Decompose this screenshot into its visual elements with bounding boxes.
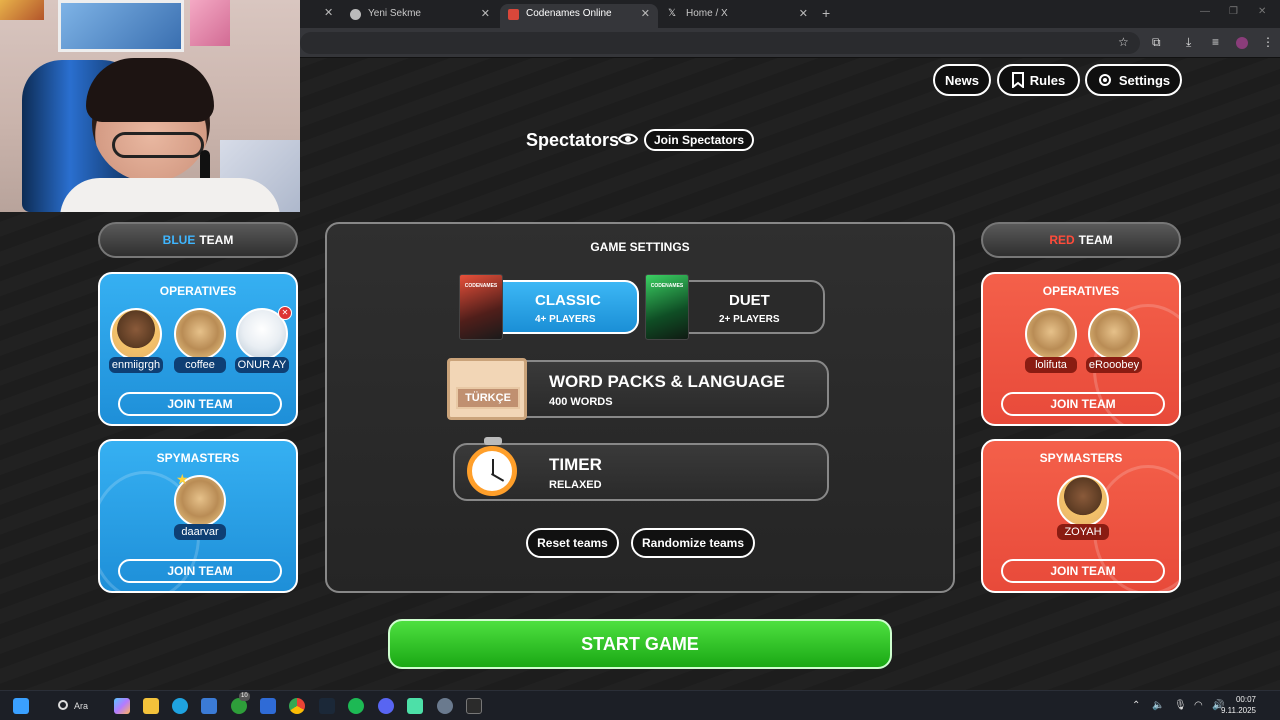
player-card: ✕ ONUR AY (232, 306, 292, 378)
news-button[interactable]: News (933, 64, 991, 96)
close-icon[interactable]: ✕ (324, 6, 333, 19)
spectators-title: Spectators (526, 130, 620, 150)
close-icon[interactable]: ✕ (481, 4, 490, 24)
language-pack-card: TÜRKÇE (447, 358, 527, 420)
taskbar: Ara 10 ⌃ 🔈 🎙 ◠ 🔊 00:07 9.11.2025 (0, 690, 1280, 720)
player-card: eRooobey (1084, 308, 1144, 378)
store-icon[interactable] (201, 698, 217, 714)
bookmark-star-icon[interactable]: ☆ (1118, 35, 1129, 49)
randomize-teams-button[interactable]: Randomize teams (631, 528, 755, 558)
panel-title: SPYMASTERS (156, 451, 240, 465)
panel-title: SPYMASTERS (1039, 451, 1123, 465)
minimize-icon[interactable]: — (1200, 6, 1210, 17)
file-explorer-icon[interactable] (143, 698, 159, 714)
discord-icon[interactable] (378, 698, 394, 714)
red-spymasters-panel: SPYMASTERS ZOYAH JOIN TEAM (981, 439, 1181, 593)
bookmark-icon (1011, 72, 1024, 88)
red-team-header: RED TEAM (981, 222, 1181, 258)
settings-button[interactable]: Settings (1085, 64, 1182, 96)
avatar (1057, 475, 1109, 527)
tab-new-tab[interactable]: Yeni Sekme ✕ (342, 4, 498, 28)
chrome-icon[interactable] (289, 698, 305, 714)
reading-list-icon[interactable]: ≡ (1212, 35, 1219, 49)
maximize-icon[interactable]: ❐ (1229, 6, 1238, 17)
chevron-up-icon[interactable]: ⌃ (1132, 700, 1140, 711)
x-logo-icon: 𝕏 (668, 8, 677, 19)
more-menu-icon[interactable]: ⋮ (1262, 35, 1274, 49)
wall-poster (0, 0, 44, 20)
player-card: enmiigrgh (106, 308, 166, 378)
blue-team-header: BLUE TEAM (98, 222, 298, 258)
edge-icon[interactable] (172, 698, 188, 714)
streamer-shirt (60, 178, 280, 212)
blue-operatives-panel: OPERATIVES enmiigrgh coffee ✕ ONUR AY JO… (98, 272, 298, 426)
avatar (1088, 308, 1140, 360)
gear-icon (1098, 74, 1111, 86)
tab-x-home[interactable]: 𝕏 Home / X ✕ (660, 4, 816, 28)
streamer-hair (86, 58, 214, 122)
mail-icon[interactable] (260, 698, 276, 714)
extensions-icon[interactable]: ⧉ (1152, 35, 1161, 50)
avatar (174, 308, 226, 360)
classic-box-image: CODENAMES (459, 274, 503, 340)
blue-spymasters-join-button[interactable]: JOIN TEAM (118, 559, 282, 583)
player-card: ★ daarvar (170, 471, 230, 545)
blue-operatives-join-button[interactable]: JOIN TEAM (118, 392, 282, 416)
game-settings-panel: GAME SETTINGS CLASSIC 4+ PLAYERS CODENAM… (325, 222, 955, 593)
codenames-icon (508, 9, 519, 20)
crown-icon: ★ (176, 471, 189, 487)
duet-box-image: CODENAMES (645, 274, 689, 340)
system-clock[interactable]: 00:07 9.11.2025 (1221, 694, 1256, 716)
close-icon[interactable]: ✕ (641, 4, 650, 24)
avatar (110, 308, 162, 360)
red-operatives-panel: OPERATIVES lolifuta eRooobey JOIN TEAM (981, 272, 1181, 426)
player-card: lolifuta (1021, 308, 1081, 378)
eye-icon (618, 133, 638, 145)
wall-poster (190, 0, 230, 46)
panel-title: OPERATIVES (159, 284, 237, 298)
player-card: ZOYAH (1053, 475, 1113, 545)
copilot-icon[interactable] (114, 698, 130, 714)
glasses (112, 132, 204, 158)
profile-avatar-icon[interactable] (1236, 37, 1248, 49)
close-icon[interactable]: ✕ (799, 4, 808, 24)
spotify-icon[interactable] (348, 698, 364, 714)
new-tab-icon[interactable]: + (822, 5, 830, 21)
download-icon[interactable]: ⤓ (1186, 35, 1191, 50)
steam-icon[interactable] (319, 698, 335, 714)
taskbar-search[interactable]: Ara (50, 696, 102, 716)
windows-start-icon[interactable] (13, 698, 29, 714)
chrome-icon (350, 9, 361, 20)
tab-codenames[interactable]: Codenames Online ✕ (500, 4, 658, 28)
webcam-overlay (0, 0, 300, 212)
stopwatch-icon (467, 437, 517, 496)
speaker-icon[interactable]: 🔈 (1152, 700, 1164, 711)
blue-spymasters-panel: SPYMASTERS ★ daarvar JOIN TEAM (98, 439, 298, 593)
game-settings-title: GAME SETTINGS (590, 240, 690, 254)
red-operatives-join-button[interactable]: JOIN TEAM (1001, 392, 1165, 416)
reset-teams-button[interactable]: Reset teams (526, 528, 619, 558)
xbox-icon[interactable]: 10 (231, 692, 250, 714)
join-spectators-button[interactable]: Join Spectators (644, 129, 754, 151)
url-input[interactable] (300, 32, 1140, 54)
settings-app-icon[interactable] (437, 698, 453, 714)
wifi-icon[interactable]: ◠ (1194, 700, 1203, 711)
app-icon[interactable] (407, 698, 423, 714)
rules-button[interactable]: Rules (997, 64, 1080, 96)
panel-title: OPERATIVES (1042, 284, 1120, 298)
avatar (1025, 308, 1077, 360)
window-close-icon[interactable]: ✕ (1258, 6, 1266, 17)
start-game-button[interactable]: START GAME (388, 619, 892, 669)
wall-poster (58, 0, 184, 52)
kick-player-icon[interactable]: ✕ (278, 306, 292, 320)
red-spymasters-join-button[interactable]: JOIN TEAM (1001, 559, 1165, 583)
player-card: coffee (170, 308, 230, 378)
microphone-icon[interactable]: 🎙 (1174, 700, 1187, 711)
epic-games-icon[interactable] (466, 698, 482, 714)
